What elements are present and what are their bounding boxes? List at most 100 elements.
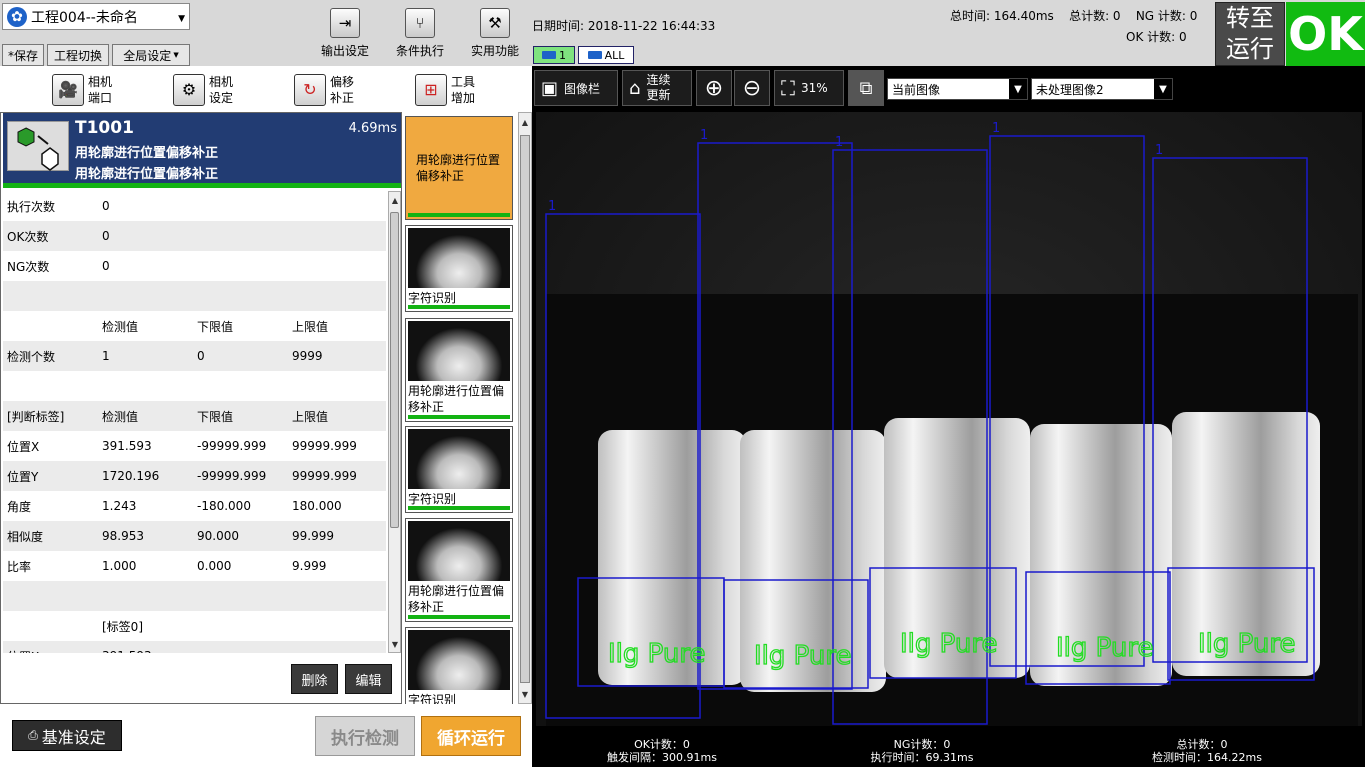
thumbnail-status-bar <box>408 213 510 217</box>
table-cell: 391.593 <box>102 649 152 653</box>
table-cell: -99999.999 <box>197 439 267 453</box>
loop-run-button[interactable]: 循环运行 <box>421 716 521 756</box>
add-tool-button[interactable]: ⊞ 工具 增加 <box>415 72 475 108</box>
add-tool-icon: ⊞ <box>415 74 447 106</box>
chevron-down-icon: ▼ <box>1154 79 1172 99</box>
goto-run-button[interactable]: 转至 运行 <box>1215 2 1285 66</box>
camera-port-button[interactable]: 🎥 相机 端口 <box>52 72 112 108</box>
camera-1-tab[interactable]: 1 <box>533 46 575 64</box>
camera-all-label: ALL <box>604 48 625 62</box>
camera-all-tab[interactable]: ALL <box>578 46 634 64</box>
table-cell: 1720.196 <box>102 469 160 483</box>
table-cell: 1.000 <box>102 559 137 573</box>
tool-thumbnail[interactable]: 字符识别 <box>405 627 513 707</box>
scroll-down-icon[interactable]: ▼ <box>390 639 400 649</box>
output-settings-button[interactable]: ⇥ 输出设定 <box>305 8 385 64</box>
datetime: 日期时间: 2018-11-22 16:44:33 <box>532 19 716 33</box>
zoom-out-icon[interactable]: ⊖ <box>734 70 770 106</box>
zoom-level: 31% <box>801 81 828 95</box>
status-bar <box>3 183 401 188</box>
table-cell: 0.000 <box>197 559 232 573</box>
roi-select-icon[interactable]: ⧉ <box>848 70 884 106</box>
table-cell: [标签0] <box>102 619 143 634</box>
global-settings-button[interactable]: 全局设定 ▼ <box>112 44 190 66</box>
status-total-count: 总计数：0 <box>1176 738 1228 751</box>
table-cell: 180.000 <box>292 499 342 513</box>
thumbnail-scrollbar[interactable]: ▲ ▼ <box>518 112 532 704</box>
scroll-down-icon[interactable]: ▼ <box>520 689 530 699</box>
status-bar-bottom: OK计数：0 触发间隔：300.91ms NG计数：0 执行时间：69.31ms… <box>532 736 1365 767</box>
thumbnail-label: 用轮廓进行位置偏移补正 <box>408 584 505 614</box>
table-cell: 角度 <box>7 499 32 514</box>
tool-thumbnail[interactable]: 用轮廓进行位置偏移补正 <box>405 318 513 422</box>
camera-port-label-2: 端口 <box>88 91 113 105</box>
tool-thumbnail[interactable]: 字符识别 <box>405 225 513 312</box>
project-selector[interactable]: ✿ 工程004--未命名 ▼ <box>2 3 190 30</box>
thumbnail-image <box>408 228 510 288</box>
zoom-in-icon[interactable]: ⊕ <box>696 70 732 106</box>
image-view[interactable]: 1 1 1 1 1 Ilg Pure Ilg Pure Ilg Pure Ilg Pure Ilg… <box>532 112 1365 736</box>
status-trigger-interval: 触发间隔：300.91ms <box>607 751 717 764</box>
save-button[interactable]: *保存 <box>2 44 44 66</box>
thumbnail-status-bar <box>408 506 510 510</box>
tool-thumbnail[interactable]: 用轮廓进行位置偏移补正 <box>405 116 513 220</box>
image-select-dropdown[interactable]: 当前图像 ▼ <box>887 78 1028 100</box>
table-cell: OK次数 <box>7 229 49 244</box>
table-cell: 位置Y <box>7 469 39 484</box>
scroll-thumb[interactable] <box>520 135 530 683</box>
left-toolbar: 🎥 相机 端口 ⚙ 相机 设定 ↻ 偏移 补正 ⊞ 工具 增加 <box>0 66 532 112</box>
thumbnail-image <box>408 429 510 489</box>
camera-refresh-icon: ⌂ <box>629 77 641 99</box>
export-icon: ⇥ <box>330 8 360 38</box>
table-scrollbar[interactable]: ▲ ▼ <box>388 191 401 653</box>
add-tool-label-2: 增加 <box>451 91 476 105</box>
table-cell: 9.999 <box>292 559 327 573</box>
tool-detail-panel: T1001 4.69ms 用轮廓进行位置偏移补正 用轮廓进行位置偏移补正 执行次… <box>0 112 402 704</box>
table-row: 相似度 98.953 90.000 99.999 <box>3 521 386 551</box>
offset-button[interactable]: ↻ 偏移 补正 <box>294 72 354 108</box>
fit-zoom-button[interactable]: ⛶ 31% <box>774 70 844 106</box>
thumbnail-status-bar <box>408 415 510 419</box>
table-cell: 0 <box>102 199 110 213</box>
offset-label-2: 补正 <box>330 91 355 105</box>
continuous-label-1: 连续 <box>646 73 671 87</box>
tool-thumbnail[interactable]: 用轮廓进行位置偏移补正 <box>405 518 513 622</box>
condition-exec-label: 条件执行 <box>395 44 444 58</box>
table-cell: 391.593 <box>102 439 152 453</box>
delete-button[interactable]: 删除 <box>291 664 338 694</box>
table-cell: 99999.999 <box>292 439 357 453</box>
status-ng-count: NG计数：0 <box>893 738 951 751</box>
continuous-update-button[interactable]: ⌂ 连续 更新 <box>622 70 692 106</box>
result-indicator: OK <box>1286 2 1365 66</box>
offset-label-1: 偏移 <box>330 75 355 89</box>
table-row: 位置X 391.593 -99999.999 99999.999 <box>3 431 386 461</box>
ocr-result-text: Ilg Pure <box>1198 629 1295 659</box>
thumbnail-image <box>408 521 510 581</box>
gear-icon: ✿ <box>7 6 27 27</box>
scroll-thumb[interactable] <box>390 212 399 528</box>
output-settings-label: 输出设定 <box>320 44 369 58</box>
utilities-button[interactable]: ⚒ 实用功能 <box>455 8 535 64</box>
edit-button[interactable]: 编辑 <box>345 664 392 694</box>
tool-header[interactable]: T1001 4.69ms 用轮廓进行位置偏移补正 用轮廓进行位置偏移补正 <box>3 113 401 183</box>
ok-count: OK 计数: 0 <box>1126 30 1187 44</box>
scroll-up-icon[interactable]: ▲ <box>390 195 400 205</box>
camera-image[interactable]: 1 1 1 1 1 Ilg Pure Ilg Pure Ilg Pure Ilg Pure Ilg… <box>536 112 1362 726</box>
status-ok-count: OK计数：0 <box>634 738 690 751</box>
tool-thumbnail[interactable]: 字符识别 <box>405 426 513 513</box>
execute-detection-button[interactable]: 执行检测 <box>315 716 415 756</box>
global-settings-label: 全局设定 <box>123 48 172 63</box>
table-cell: 下限值 <box>197 409 234 424</box>
image-source-dropdown[interactable]: 未处理图像2 ▼ <box>1031 78 1173 100</box>
ocr-result-text: Ilg Pure <box>900 629 997 659</box>
utilities-label: 实用功能 <box>470 44 519 58</box>
scroll-up-icon[interactable]: ▲ <box>520 117 530 127</box>
table-cell: 98.953 <box>102 529 144 543</box>
base-settings-button[interactable]: ⎙ 基准设定 <box>12 720 122 751</box>
camera-settings-button[interactable]: ⚙ 相机 设定 <box>173 72 233 108</box>
chevron-down-icon: ▼ <box>178 14 185 24</box>
image-bar-button[interactable]: ▣ 图像栏 <box>534 70 618 106</box>
tool-description: 用轮廓进行位置偏移补正 <box>75 167 219 182</box>
switch-project-button[interactable]: 工程切换 <box>47 44 109 66</box>
condition-exec-button[interactable]: ⑂ 条件执行 <box>380 8 460 64</box>
